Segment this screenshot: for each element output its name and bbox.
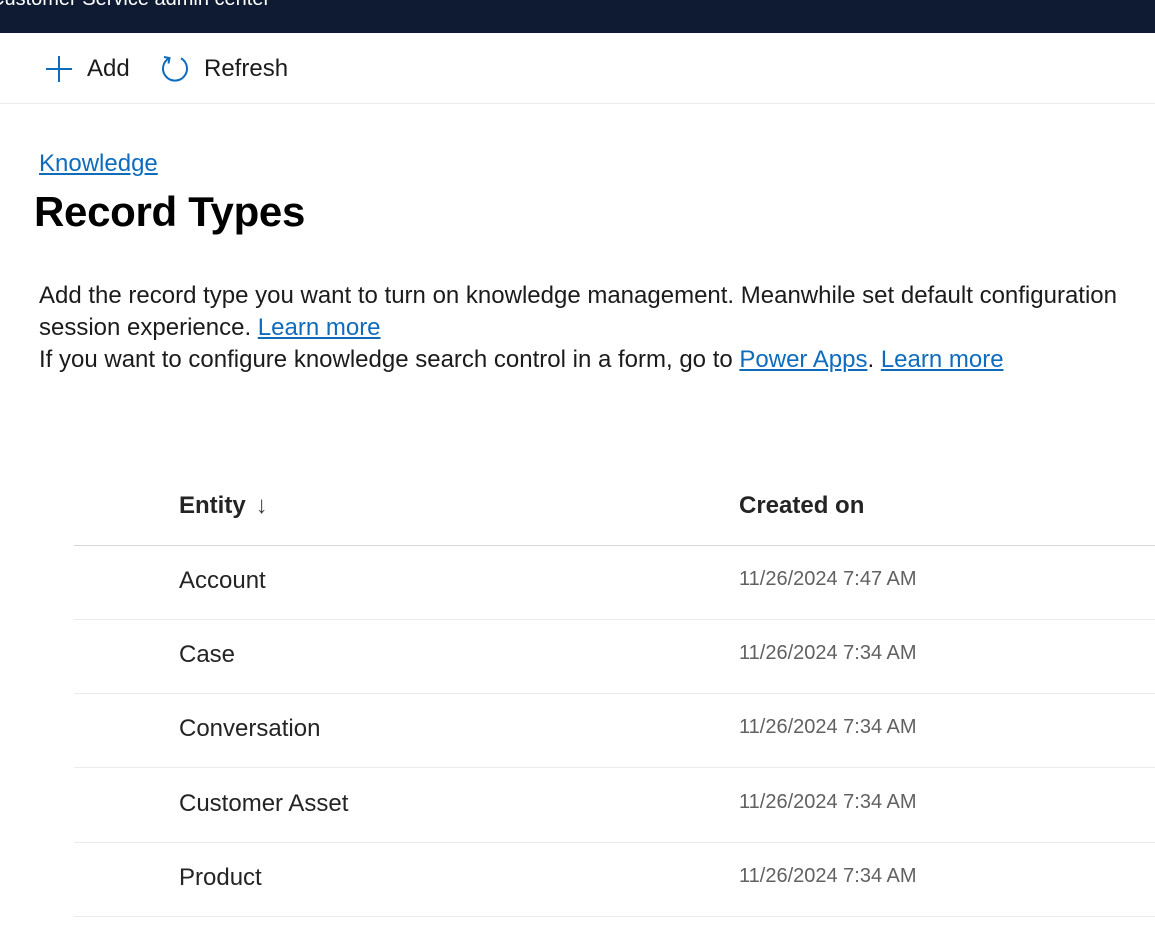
- entity-cell: Customer Asset: [179, 790, 349, 817]
- table-row[interactable]: Conversation 11/26/2024 7:34 AM: [74, 694, 1155, 768]
- app-header: Customer Service admin center: [0, 0, 1155, 33]
- created-on-cell: 11/26/2024 7:47 AM: [739, 568, 917, 590]
- description-line-1: Add the record type you want to turn on …: [39, 282, 1117, 309]
- column-header-entity[interactable]: Entity ↓: [179, 492, 268, 520]
- page-description: Add the record type you want to turn on …: [39, 280, 1155, 376]
- add-icon: [44, 54, 74, 84]
- page-title: Record Types: [34, 188, 306, 235]
- refresh-button-label: Refresh: [204, 55, 289, 82]
- table-row[interactable]: Account 11/26/2024 7:47 AM: [74, 546, 1155, 620]
- column-header-label: Created on: [739, 492, 865, 519]
- created-on-cell: 11/26/2024 7:34 AM: [739, 791, 917, 813]
- command-bar: Add Refresh: [0, 33, 1155, 104]
- entity-cell: Case: [179, 641, 236, 668]
- learn-more-link[interactable]: Learn more: [258, 314, 381, 341]
- add-button-label: Add: [87, 55, 130, 82]
- created-on-cell: 11/26/2024 7:34 AM: [739, 716, 917, 738]
- description-text: session experience.: [39, 314, 252, 341]
- table-row[interactable]: Product 11/26/2024 7:34 AM: [74, 843, 1155, 917]
- description-line-2: session experience. Learn more: [39, 312, 1155, 344]
- entity-cell: Product: [179, 864, 262, 891]
- learn-more-link-2[interactable]: Learn more: [881, 346, 1004, 373]
- arrow-down-icon: ↓: [255, 492, 268, 519]
- entity-cell: Account: [179, 567, 266, 594]
- column-header-label: Entity: [179, 492, 246, 519]
- table-header: Entity ↓ Created on: [74, 470, 1155, 546]
- period: .: [867, 346, 875, 373]
- add-button[interactable]: Add: [44, 51, 130, 87]
- refresh-icon: [160, 54, 190, 84]
- app-title: Customer Service admin center: [0, 0, 270, 11]
- description-line-3: If you want to configure knowledge searc…: [39, 344, 1155, 376]
- created-on-cell: 11/26/2024 7:34 AM: [739, 642, 917, 664]
- table-row[interactable]: Case 11/26/2024 7:34 AM: [74, 620, 1155, 694]
- breadcrumb-knowledge-link[interactable]: Knowledge: [39, 150, 158, 178]
- column-header-created-on[interactable]: Created on: [739, 492, 864, 520]
- power-apps-link[interactable]: Power Apps: [739, 346, 867, 373]
- table-row[interactable]: Customer Asset 11/26/2024 7:34 AM: [74, 769, 1155, 843]
- refresh-button[interactable]: Refresh: [160, 51, 288, 87]
- entity-cell: Conversation: [179, 715, 321, 742]
- created-on-cell: 11/26/2024 7:34 AM: [739, 865, 917, 887]
- description-text: If you want to configure knowledge searc…: [39, 346, 733, 373]
